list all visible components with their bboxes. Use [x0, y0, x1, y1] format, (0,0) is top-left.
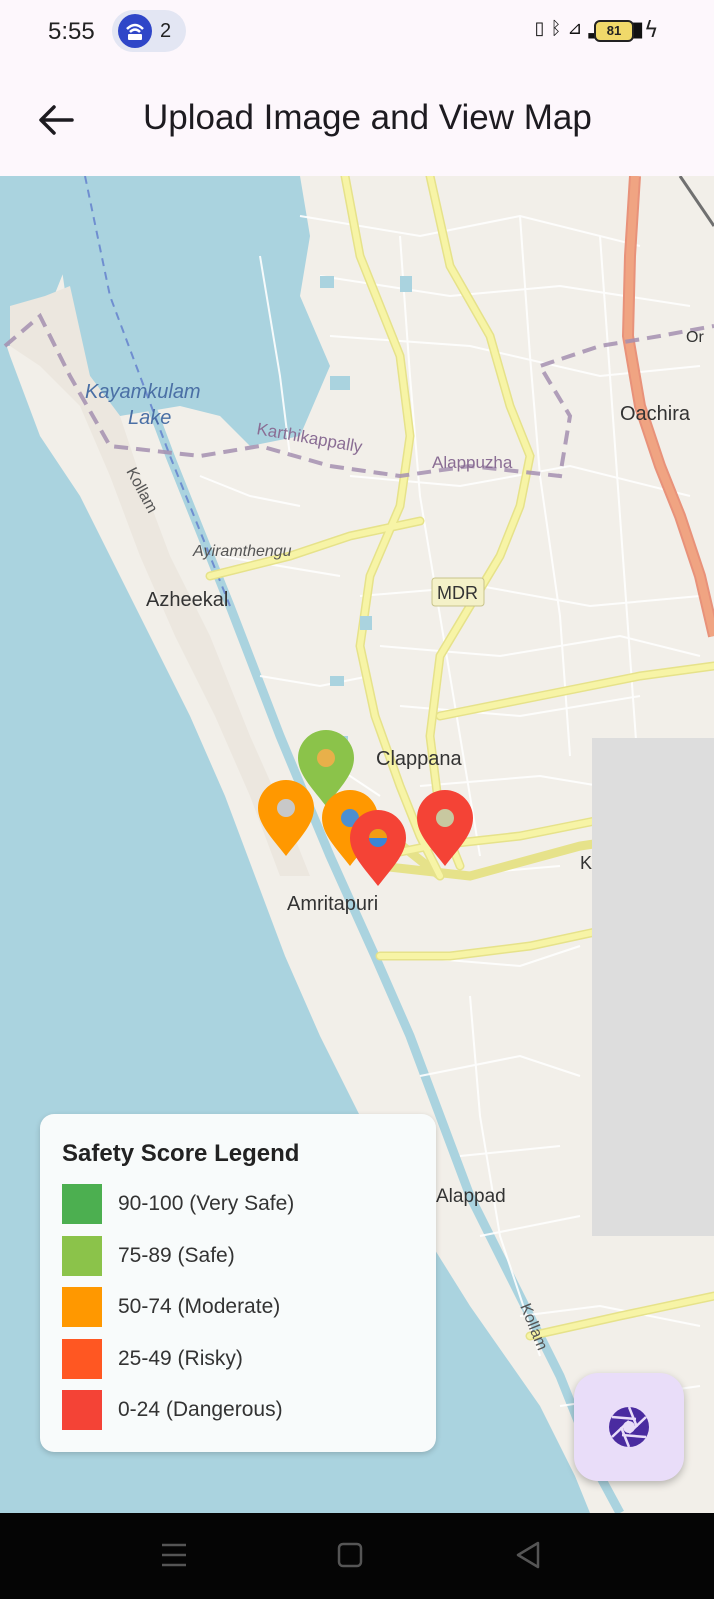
- label-kayamkulam: Kayamkulam: [85, 381, 201, 403]
- label-lake: Lake: [128, 407, 171, 429]
- status-bar: 5:55 2 ▯ᛒ⊿▂▄▆ 81 ϟ: [0, 0, 714, 64]
- notification-count: 2: [160, 20, 172, 42]
- app-bar: Upload Image and View Map: [0, 64, 714, 176]
- legend-item-safe: 75-89 (Safe): [62, 1236, 422, 1278]
- label-amritapuri: Amritapuri: [287, 893, 378, 915]
- label-alappad: Alappad: [436, 1186, 506, 1207]
- legend-label: 90-100 (Very Safe): [118, 1192, 295, 1215]
- legend-swatch: [62, 1184, 102, 1224]
- legend-label: 25-49 (Risky): [118, 1347, 243, 1370]
- home-square-icon: [337, 1542, 363, 1568]
- legend-swatch: [62, 1390, 102, 1430]
- page-title: Upload Image and View Map: [143, 98, 592, 137]
- label-or-partial: Or: [686, 329, 704, 346]
- legend-item-dangerous: 0-24 (Dangerous): [62, 1390, 422, 1432]
- legend-label: 50-74 (Moderate): [118, 1295, 281, 1318]
- charging-icon: ϟ: [644, 18, 659, 43]
- label-ayiramthengu: Ayiramthengu: [192, 543, 292, 560]
- battery-icon: 81: [594, 20, 634, 42]
- label-oachira: Oachira: [620, 403, 691, 425]
- legend-item-moderate: 50-74 (Moderate): [62, 1287, 422, 1329]
- back-triangle-icon: [516, 1541, 540, 1569]
- missing-tile: [592, 738, 714, 1236]
- label-alappuzha: Alappuzha: [432, 453, 513, 472]
- system-nav-bar: [0, 1513, 714, 1599]
- home-button[interactable]: [330, 1535, 370, 1575]
- menu-icon: [162, 1543, 186, 1567]
- label-mdr: MDR: [437, 583, 478, 603]
- menu-button[interactable]: [154, 1535, 194, 1575]
- label-azheekal: Azheekal: [146, 589, 228, 611]
- legend-label: 0-24 (Dangerous): [118, 1398, 283, 1421]
- back-button[interactable]: [28, 92, 84, 148]
- legend-swatch: [62, 1236, 102, 1276]
- status-time: 5:55: [48, 18, 95, 45]
- hotspot-icon: [118, 14, 152, 48]
- legend-swatch: [62, 1287, 102, 1327]
- legend-label: 75-89 (Safe): [118, 1244, 235, 1267]
- vibrate-icon: ▯: [534, 18, 551, 39]
- legend-item-very-safe: 90-100 (Very Safe): [62, 1184, 422, 1226]
- label-clappana: Clappana: [376, 748, 463, 770]
- label-k-partial: K: [580, 853, 592, 873]
- arrow-left-icon: [39, 105, 74, 135]
- notification-pill[interactable]: 2: [112, 10, 186, 52]
- volte-icon: ⊿: [567, 18, 589, 39]
- bluetooth-icon: ᛒ: [550, 18, 568, 39]
- camera-fab-button[interactable]: [574, 1373, 684, 1481]
- safety-legend: Safety Score Legend 90-100 (Very Safe) 7…: [40, 1114, 436, 1452]
- camera-shutter-icon: [609, 1406, 649, 1448]
- legend-item-risky: 25-49 (Risky): [62, 1339, 422, 1381]
- back-nav-button[interactable]: [508, 1535, 548, 1575]
- legend-title: Safety Score Legend: [62, 1140, 300, 1167]
- legend-swatch: [62, 1339, 102, 1379]
